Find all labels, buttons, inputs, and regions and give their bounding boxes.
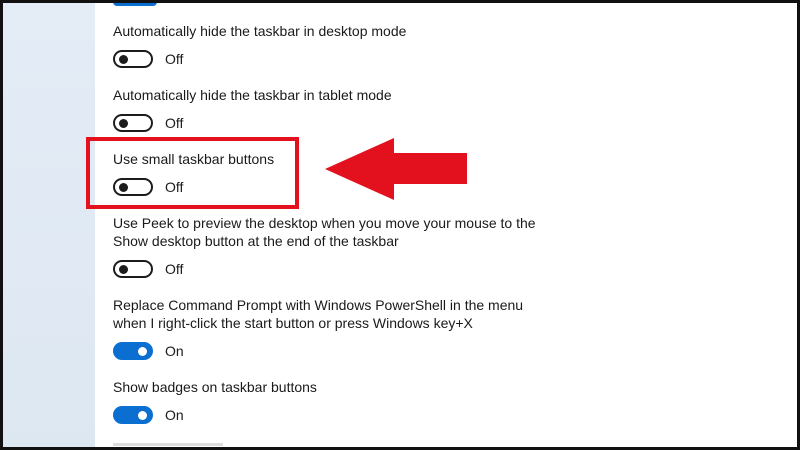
setting-label: Replace Command Prompt with Windows Powe…: [113, 296, 523, 332]
left-arrow-icon: [325, 138, 467, 200]
replace-command-prompt-toggle[interactable]: [113, 342, 153, 360]
sidebar-background: [0, 0, 95, 450]
toggle-knob: [119, 55, 128, 64]
setting-show-badges: Show badges on taskbar buttons On: [113, 378, 317, 424]
setting-label: Use Peek to preview the desktop when you…: [113, 214, 536, 250]
setting-peek-preview: Use Peek to preview the desktop when you…: [113, 214, 536, 278]
hide-taskbar-desktop-toggle[interactable]: [113, 50, 153, 68]
toggle-row: Off: [113, 114, 392, 132]
toggle-state-text: On: [165, 343, 184, 359]
setting-label: Show badges on taskbar buttons: [113, 378, 317, 396]
setting-replace-command-prompt: Replace Command Prompt with Windows Powe…: [113, 296, 523, 360]
setting-label-line: when I right-click the start button or p…: [113, 315, 473, 331]
toggle-knob: [138, 347, 147, 356]
toggle-row: Off: [113, 260, 536, 278]
toggle-row: On: [113, 406, 317, 424]
setting-label-line: Automatically hide the taskbar in tablet…: [113, 87, 392, 103]
show-badges-toggle[interactable]: [113, 406, 153, 424]
toggle-state-text: Off: [165, 115, 184, 131]
toggle-state-text: Off: [165, 261, 184, 277]
partial-toggle-above: [113, 0, 157, 6]
setting-label-line: Show desktop button at the end of the ta…: [113, 233, 399, 249]
toggle-knob: [119, 119, 128, 128]
cutoff-setting-label: [113, 443, 233, 450]
toggle-knob: [138, 411, 147, 420]
peek-preview-toggle[interactable]: [113, 260, 153, 278]
setting-label-line: Replace Command Prompt with Windows Powe…: [113, 297, 524, 313]
setting-label-line: Use Peek to preview the desktop when you…: [113, 215, 536, 231]
setting-label: Automatically hide the taskbar in tablet…: [113, 86, 392, 104]
setting-label: Automatically hide the taskbar in deskto…: [113, 22, 406, 40]
toggle-state-text: Off: [165, 51, 184, 67]
toggle-row: On: [113, 342, 523, 360]
toggle-state-text: On: [165, 407, 184, 423]
setting-hide-taskbar-desktop: Automatically hide the taskbar in deskto…: [113, 22, 406, 68]
hide-taskbar-tablet-toggle[interactable]: [113, 114, 153, 132]
setting-label-line: Automatically hide the taskbar in deskto…: [113, 23, 407, 39]
annotation-highlight-box: [86, 137, 299, 209]
toggle-knob: [119, 265, 128, 274]
setting-label-line: Show badges on taskbar buttons: [113, 379, 317, 395]
toggle-row: Off: [113, 50, 406, 68]
setting-hide-taskbar-tablet: Automatically hide the taskbar in tablet…: [113, 86, 392, 132]
